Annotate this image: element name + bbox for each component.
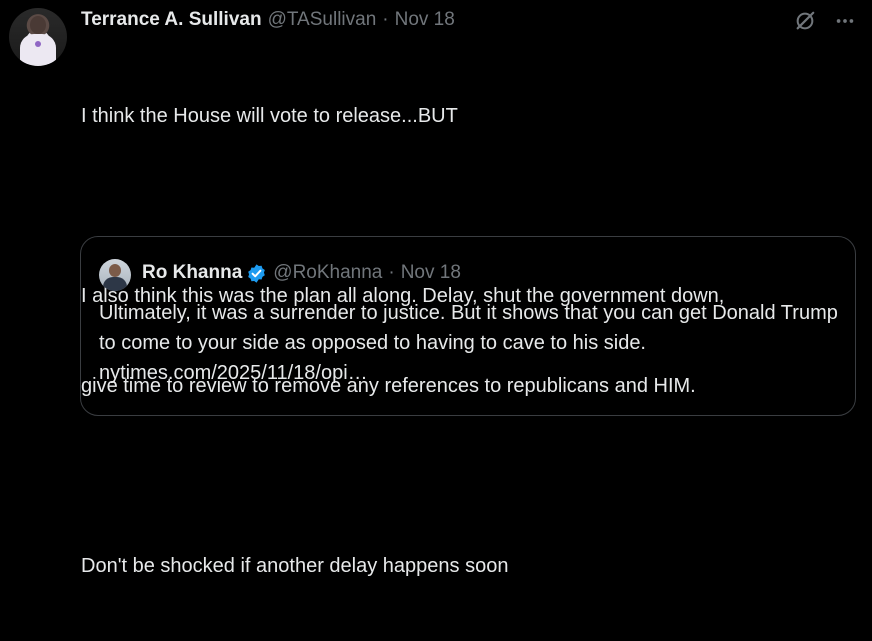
quoted-tweet-text: Ultimately, it was a surrender to justic… — [99, 302, 838, 384]
tweet-text-line: I think the House will vote to release..… — [81, 105, 458, 127]
quoted-tweet-date[interactable]: Nov 18 — [401, 262, 461, 284]
author-display-name[interactable]: Terrance A. Sullivan — [81, 9, 262, 31]
tweet-text-line: Don't be shocked if another delay happen… — [81, 555, 509, 577]
author-avatar[interactable] — [9, 8, 67, 66]
tweet-header: Terrance A. Sullivan @TASullivan · Nov 1… — [81, 9, 455, 33]
quoted-tweet-header: Ro Khanna @RoKhanna · Nov 18 — [142, 262, 461, 284]
quoted-author-display-name[interactable]: Ro Khanna — [142, 262, 242, 284]
quoted-author-avatar[interactable] — [99, 259, 131, 291]
avatar-body — [20, 34, 56, 64]
more-icon[interactable] — [832, 8, 858, 34]
grok-icon[interactable] — [792, 8, 818, 34]
tweet-date[interactable]: Nov 18 — [395, 9, 455, 31]
tweet-text-line — [81, 461, 851, 491]
avatar-head — [30, 16, 46, 34]
quoted-tweet[interactable]: Ro Khanna @RoKhanna · Nov 18 Ultimately,… — [80, 236, 856, 416]
author-handle[interactable]: @TASullivan — [268, 9, 377, 31]
quoted-author-handle[interactable]: @RoKhanna — [273, 262, 382, 284]
quoted-header-separator: · — [388, 262, 395, 283]
tweet[interactable]: Terrance A. Sullivan @TASullivan · Nov 1… — [0, 0, 872, 577]
quoted-avatar-head — [109, 264, 121, 277]
tweet-actions — [792, 8, 858, 34]
verified-badge-icon — [246, 263, 267, 284]
tweet-text-line — [81, 191, 851, 221]
avatar-detail — [35, 41, 41, 47]
quoted-avatar-body — [103, 277, 127, 291]
header-separator: · — [382, 9, 389, 30]
